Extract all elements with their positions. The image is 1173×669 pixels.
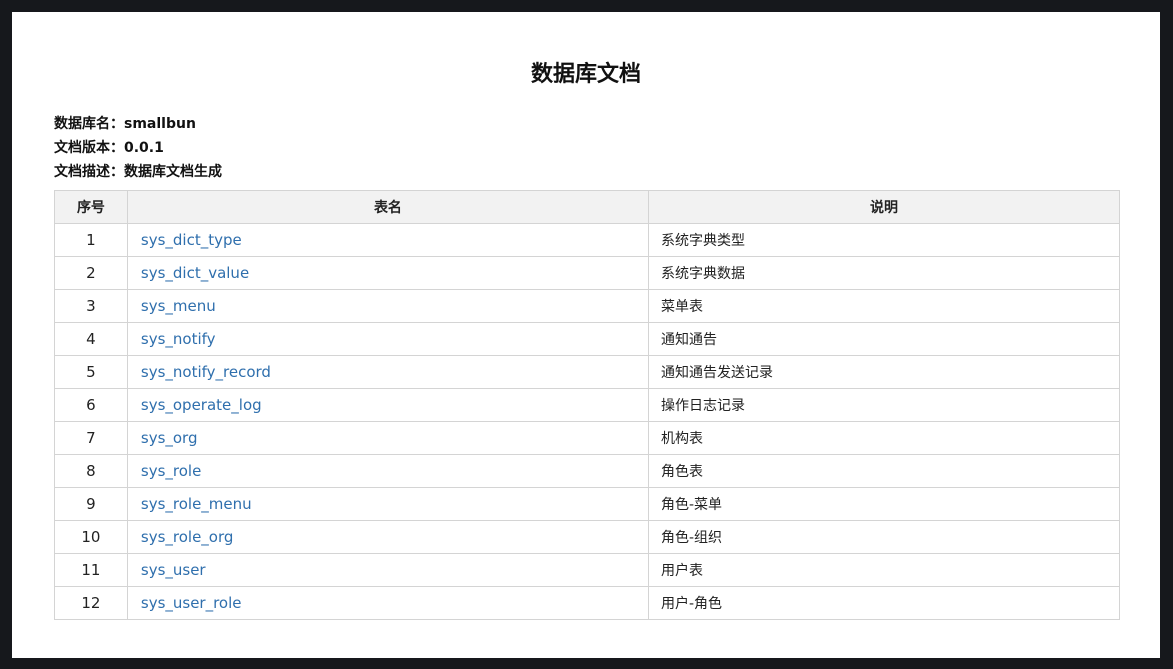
table-name-link[interactable]: sys_operate_log <box>141 396 262 414</box>
row-description: 机构表 <box>648 421 1120 455</box>
table-row: 5 sys_notify_record 通知通告发送记录 <box>54 355 1120 389</box>
table-list: 序号 表名 说明 1 sys_dict_type 系统字典类型 2 sys_dict_v… <box>54 190 1120 620</box>
row-description: 系统字典类型 <box>648 223 1120 257</box>
document-metadata: 数据库名：smallbun 文档版本：0.0.1 文档描述：数据库文档生成 <box>54 112 222 184</box>
row-index: 8 <box>54 454 128 488</box>
table-name-link[interactable]: sys_user <box>141 561 206 579</box>
table-name-link[interactable]: sys_user_role <box>141 594 242 612</box>
table-name-link[interactable]: sys_notify <box>141 330 216 348</box>
version-row: 文档版本：0.0.1 <box>54 136 222 160</box>
row-description: 操作日志记录 <box>648 388 1120 422</box>
row-table-name-cell: sys_org <box>126 421 650 455</box>
table-name-link[interactable]: sys_role <box>141 462 201 480</box>
row-description: 角色-组织 <box>648 520 1120 554</box>
row-description: 通知通告 <box>648 322 1120 356</box>
row-description: 系统字典数据 <box>648 256 1120 290</box>
page-title: 数据库文档 <box>530 62 641 87</box>
header-table-name: 表名 <box>126 190 650 224</box>
row-table-name-cell: sys_operate_log <box>126 388 650 422</box>
row-index: 2 <box>54 256 128 290</box>
row-index: 12 <box>54 586 128 620</box>
description-row: 文档描述：数据库文档生成 <box>54 160 222 184</box>
row-table-name-cell: sys_menu <box>126 289 650 323</box>
table-row: 1 sys_dict_type 系统字典类型 <box>54 223 1120 257</box>
row-description: 菜单表 <box>648 289 1120 323</box>
db-name-row: 数据库名：smallbun <box>54 112 222 136</box>
table-row: 12 sys_user_role 用户-角色 <box>54 586 1120 620</box>
row-description: 角色表 <box>648 454 1120 488</box>
table-name-link[interactable]: sys_role_org <box>141 528 234 546</box>
row-table-name-cell: sys_role_menu <box>126 487 650 521</box>
row-table-name-cell: sys_role <box>126 454 650 488</box>
row-index: 9 <box>54 487 128 521</box>
table-name-link[interactable]: sys_menu <box>141 297 216 315</box>
table-row: 9 sys_role_menu 角色-菜单 <box>54 487 1120 521</box>
table-name-link[interactable]: sys_dict_type <box>141 231 242 249</box>
row-table-name-cell: sys_user_role <box>126 586 650 620</box>
db-name-value: smallbun <box>124 116 196 132</box>
row-index: 4 <box>54 322 128 356</box>
description-label: 文档描述： <box>54 164 124 180</box>
row-index: 3 <box>54 289 128 323</box>
table-row: 7 sys_org 机构表 <box>54 421 1120 455</box>
table-row: 8 sys_role 角色表 <box>54 454 1120 488</box>
row-table-name-cell: sys_notify_record <box>126 355 650 389</box>
row-table-name-cell: sys_dict_type <box>126 223 650 257</box>
row-table-name-cell: sys_role_org <box>126 520 650 554</box>
table-name-link[interactable]: sys_dict_value <box>141 264 249 282</box>
table-row: 10 sys_role_org 角色-组织 <box>54 520 1120 554</box>
description-value: 数据库文档生成 <box>124 164 222 180</box>
row-index: 1 <box>54 223 128 257</box>
row-description: 用户-角色 <box>648 586 1120 620</box>
row-index: 6 <box>54 388 128 422</box>
version-label: 文档版本： <box>54 140 124 156</box>
table-row: 3 sys_menu 菜单表 <box>54 289 1120 323</box>
row-description: 通知通告发送记录 <box>648 355 1120 389</box>
row-index: 11 <box>54 553 128 587</box>
table-name-link[interactable]: sys_notify_record <box>141 363 271 381</box>
row-description: 角色-菜单 <box>648 487 1120 521</box>
row-index: 7 <box>54 421 128 455</box>
table-name-link[interactable]: sys_org <box>141 429 198 447</box>
version-value: 0.0.1 <box>124 140 164 156</box>
row-table-name-cell: sys_dict_value <box>126 256 650 290</box>
document-page: 数据库文档 数据库名：smallbun 文档版本：0.0.1 文档描述：数据库文… <box>12 12 1160 658</box>
table-row: 6 sys_operate_log 操作日志记录 <box>54 388 1120 422</box>
row-table-name-cell: sys_notify <box>126 322 650 356</box>
db-name-label: 数据库名： <box>54 116 124 132</box>
table-name-link[interactable]: sys_role_menu <box>141 495 252 513</box>
table-row: 2 sys_dict_value 系统字典数据 <box>54 256 1120 290</box>
header-index: 序号 <box>54 190 128 224</box>
table-row: 4 sys_notify 通知通告 <box>54 322 1120 356</box>
row-table-name-cell: sys_user <box>126 553 650 587</box>
row-index: 10 <box>54 520 128 554</box>
row-index: 5 <box>54 355 128 389</box>
table-header-row: 序号 表名 说明 <box>54 190 1120 224</box>
table-row: 11 sys_user 用户表 <box>54 553 1120 587</box>
header-description: 说明 <box>648 190 1120 224</box>
row-description: 用户表 <box>648 553 1120 587</box>
